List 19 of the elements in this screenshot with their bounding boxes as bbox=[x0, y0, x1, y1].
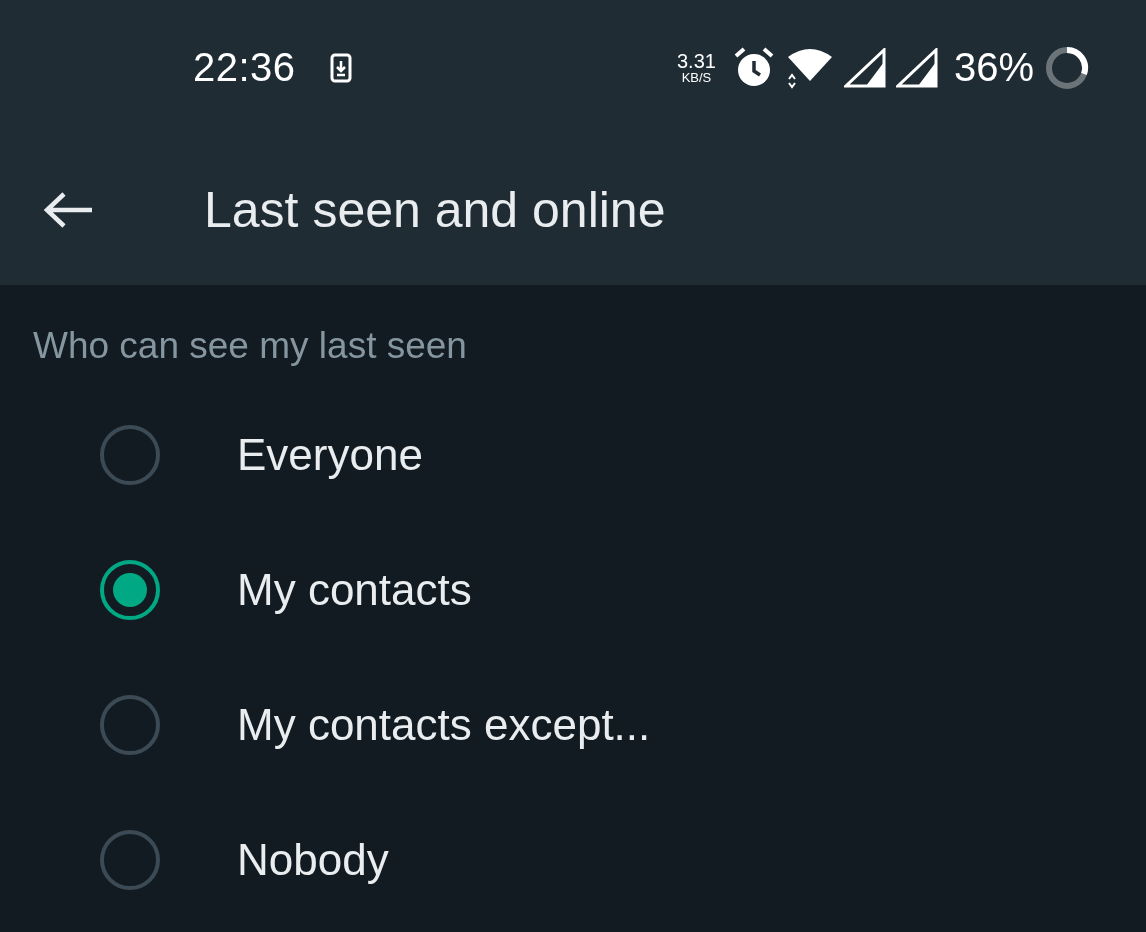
option-label[interactable]: Everyone bbox=[237, 429, 423, 480]
battery-ring-icon bbox=[1044, 44, 1090, 91]
radio-button[interactable] bbox=[100, 694, 160, 755]
signal-icon bbox=[843, 47, 886, 88]
net-speed-value: 3.31 bbox=[677, 51, 716, 71]
wifi-icon bbox=[785, 46, 834, 89]
option-label[interactable]: Nobody bbox=[237, 834, 389, 885]
download-icon bbox=[329, 52, 352, 83]
status-time: 22:36 bbox=[193, 45, 296, 90]
option-label[interactable]: My contacts except... bbox=[237, 699, 651, 750]
signal-icon bbox=[895, 47, 938, 88]
screen-title: Last seen and online bbox=[204, 181, 666, 239]
radio-button[interactable] bbox=[100, 424, 160, 485]
radio-button[interactable] bbox=[100, 829, 160, 890]
section-header: Who can see my last seen bbox=[32, 324, 468, 365]
net-speed-unit: KB/S bbox=[681, 71, 712, 84]
radio-button[interactable] bbox=[100, 559, 160, 620]
option-label[interactable]: My contacts bbox=[237, 564, 472, 615]
battery-percentage: 36% bbox=[953, 45, 1034, 90]
